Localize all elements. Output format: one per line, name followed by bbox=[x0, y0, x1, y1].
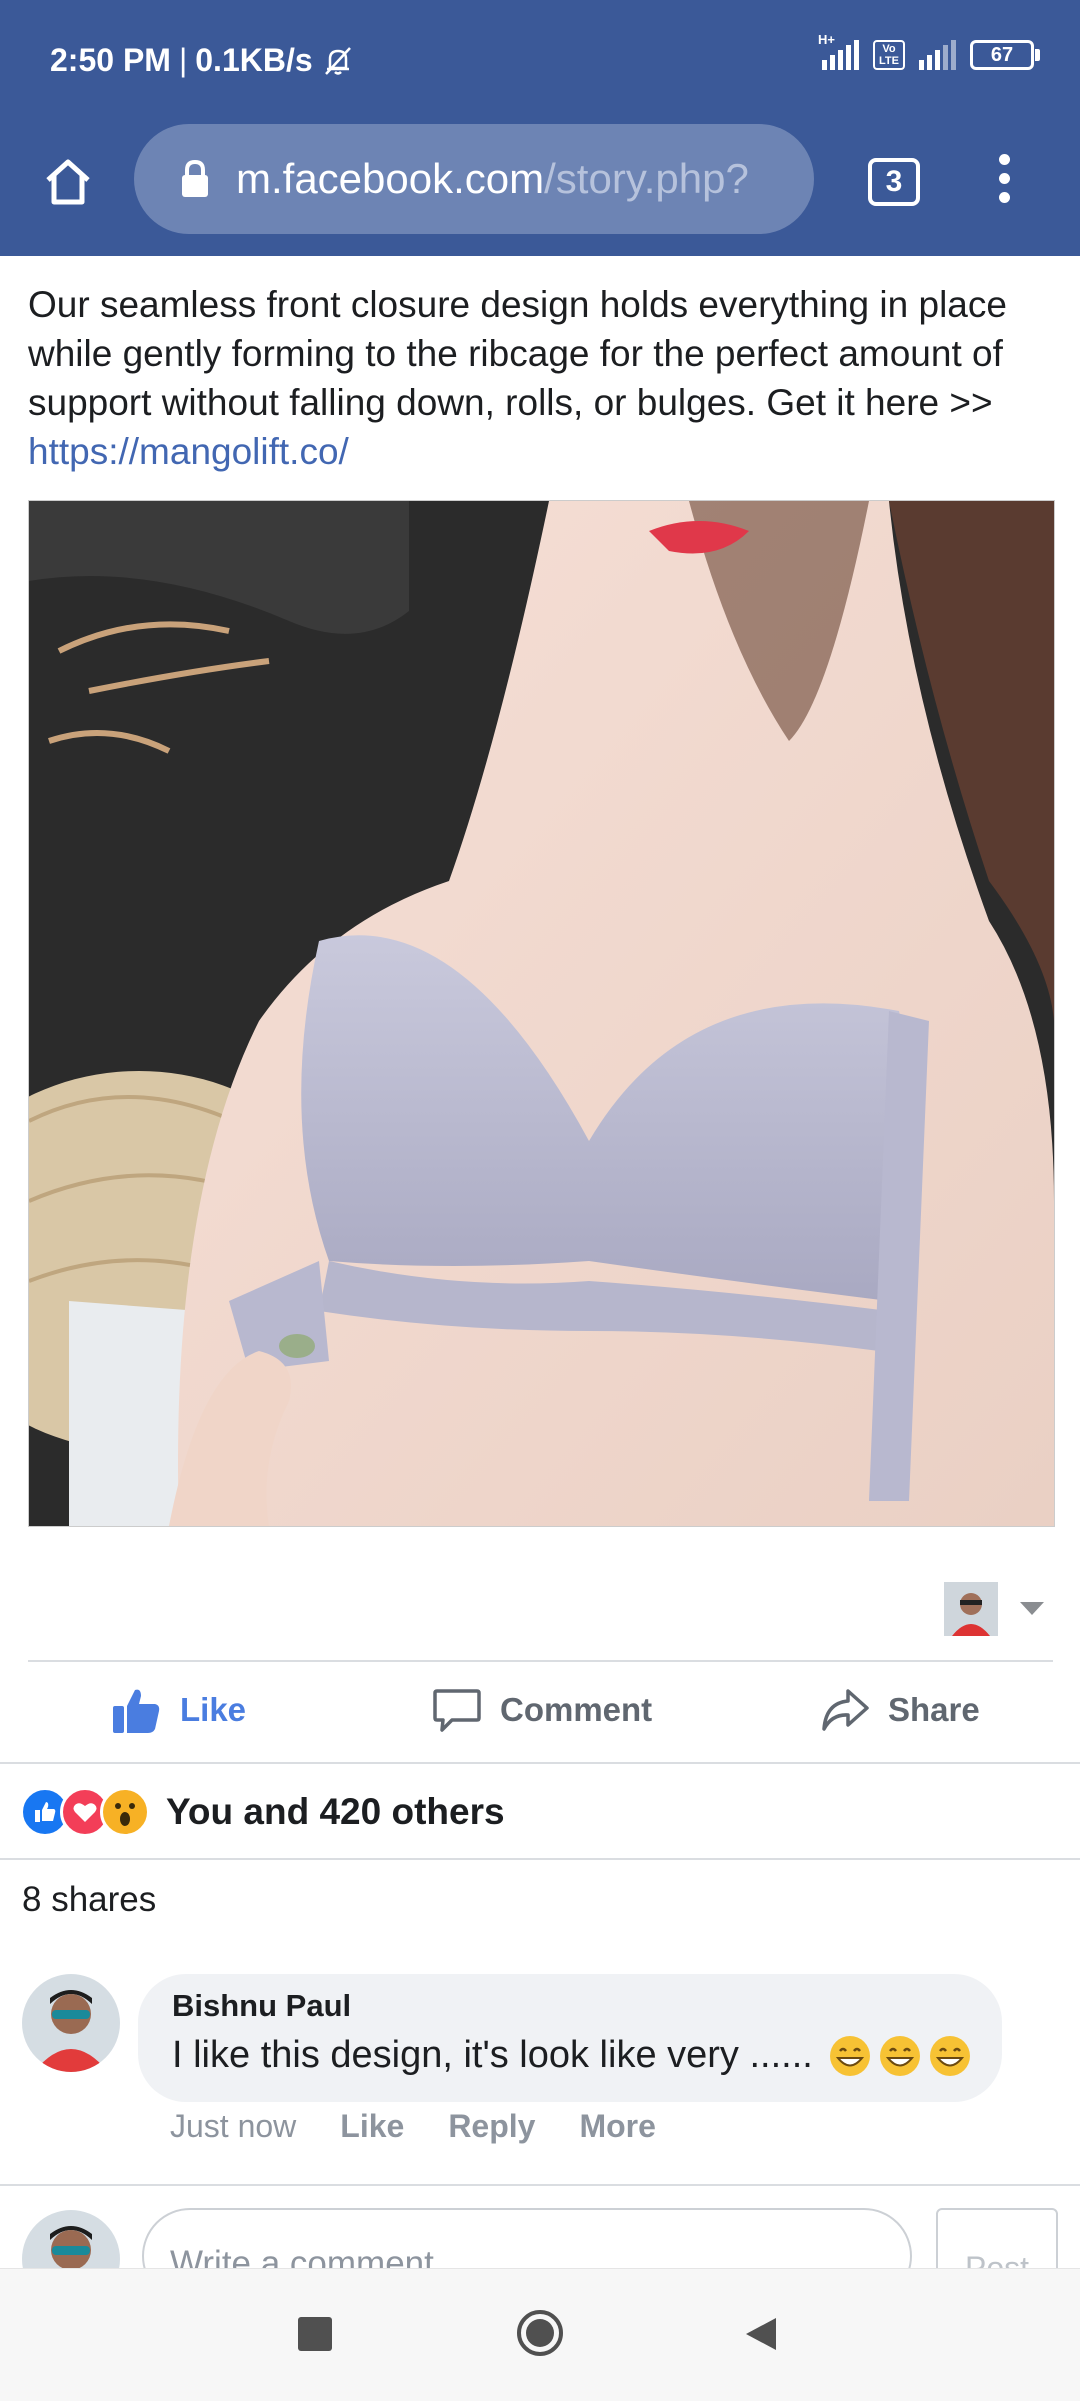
share-icon bbox=[822, 1689, 869, 1731]
network-type: H+ bbox=[818, 32, 835, 47]
signal-1-icon: H+ bbox=[818, 32, 859, 70]
battery-level: 67 bbox=[990, 43, 1014, 66]
status-separator: | bbox=[178, 42, 188, 78]
comment-reply-link[interactable]: Reply bbox=[448, 2108, 535, 2145]
status-bar: 2:50 PM | 0.1KB/s H+ Vo LTE 67 bbox=[0, 0, 1080, 124]
product-photo bbox=[29, 501, 1054, 1526]
signal-2-icon bbox=[919, 40, 956, 70]
recent-apps-icon[interactable] bbox=[298, 2317, 332, 2351]
wow-reaction-icon bbox=[100, 1787, 150, 1837]
reactions-text: You and 420 others bbox=[166, 1791, 505, 1832]
battery-icon: 67 bbox=[970, 40, 1040, 70]
network-speed: 0.1KB/s bbox=[195, 42, 313, 78]
chevron-down-icon[interactable] bbox=[1020, 1602, 1044, 1615]
profile-photo-icon bbox=[944, 1582, 998, 1636]
system-nav-bar bbox=[0, 2268, 1080, 2401]
status-right: H+ Vo LTE 67 bbox=[818, 32, 1040, 70]
tab-switcher-button[interactable]: 3 bbox=[868, 158, 920, 206]
grin-emoji-icon bbox=[879, 2035, 920, 2076]
comment-text: I like this design, it's look like very … bbox=[172, 2034, 813, 2076]
volte-badge: Vo LTE bbox=[873, 40, 905, 70]
grin-emoji-icon bbox=[929, 2035, 970, 2076]
divider bbox=[0, 1762, 1080, 1764]
thumbs-up-icon bbox=[113, 1689, 160, 1733]
status-left: 2:50 PM | 0.1KB/s bbox=[50, 42, 355, 79]
comment-author[interactable]: Bishnu Paul bbox=[172, 1988, 351, 2024]
url-host: m.facebook.com bbox=[236, 155, 545, 202]
url-text[interactable]: m.facebook.com/story.php? bbox=[236, 155, 749, 203]
shares-count[interactable]: 8 shares bbox=[22, 1880, 156, 1920]
share-button[interactable]: Share bbox=[820, 1680, 980, 1740]
lock-icon bbox=[182, 159, 208, 197]
share-label: Share bbox=[888, 1691, 980, 1728]
divider bbox=[0, 2184, 1080, 2186]
grin-emoji-icon bbox=[829, 2035, 870, 2076]
menu-dots-icon[interactable] bbox=[996, 154, 1012, 206]
comment-body: I like this design, it's look like very … bbox=[172, 2034, 971, 2077]
home-circle-icon[interactable] bbox=[516, 2309, 564, 2357]
home-icon[interactable] bbox=[40, 154, 96, 210]
divider bbox=[0, 1858, 1080, 1860]
comment-button[interactable]: Comment bbox=[432, 1680, 652, 1740]
comment-more-link[interactable]: More bbox=[579, 2108, 655, 2145]
url-path: /story.php? bbox=[544, 155, 749, 202]
comment-meta: Just now Like Reply More bbox=[170, 2108, 656, 2145]
like-button[interactable]: Like bbox=[110, 1680, 246, 1740]
reactions-summary[interactable]: You and 420 others bbox=[20, 1786, 505, 1838]
mute-alarm-icon bbox=[324, 46, 351, 75]
audience-avatar[interactable] bbox=[944, 1582, 998, 1636]
comment-label: Comment bbox=[500, 1691, 653, 1728]
tab-count: 3 bbox=[885, 165, 903, 198]
comment-time: Just now bbox=[170, 2108, 297, 2144]
avatar-photo bbox=[22, 1974, 120, 2072]
status-time: 2:50 PM bbox=[50, 42, 171, 78]
like-label: Like bbox=[180, 1691, 247, 1728]
post-link[interactable]: https://mangolift.co/ bbox=[28, 431, 349, 472]
post-image[interactable] bbox=[28, 500, 1055, 1527]
post-body: Our seamless front closure design holds … bbox=[28, 284, 1007, 423]
post-text: Our seamless front closure design holds … bbox=[28, 280, 1058, 476]
browser-toolbar: m.facebook.com/story.php? 3 bbox=[0, 124, 1080, 256]
back-icon[interactable] bbox=[742, 2314, 782, 2354]
comment-bubble[interactable]: Bishnu Paul I like this design, it's loo… bbox=[138, 1974, 1002, 2102]
url-bar[interactable]: m.facebook.com/story.php? bbox=[134, 124, 814, 234]
comment-like-link[interactable]: Like bbox=[340, 2108, 404, 2145]
avatar[interactable] bbox=[22, 1974, 120, 2072]
comment-icon bbox=[433, 1689, 481, 1732]
divider bbox=[28, 1660, 1053, 1662]
